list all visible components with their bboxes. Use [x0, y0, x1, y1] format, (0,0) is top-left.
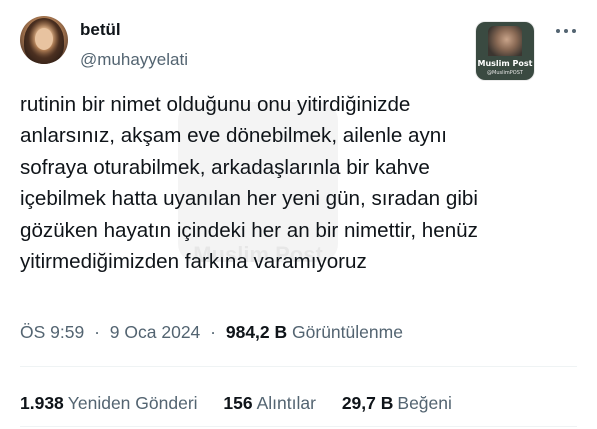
divider [20, 426, 577, 427]
retweets-count: 1.938 [20, 393, 64, 413]
retweets-stat[interactable]: 1.938 Yeniden Gönderi [20, 393, 198, 414]
user-handle[interactable]: @muhayyelati [80, 50, 188, 70]
tweet-line: gözüken hayatın içindeki her an bir nime… [20, 218, 478, 242]
logo-photo [488, 26, 522, 56]
likes-label: Beğeni [397, 393, 452, 413]
tweet-card: Muslim Post betül @muhayyelati Muslim Po… [0, 0, 597, 429]
views-label: Görüntülenme [292, 322, 403, 342]
tweet-line: anlarsınız, akşam eve dönebilmek, ailenl… [20, 124, 447, 148]
divider [20, 366, 577, 367]
engagement-stats: 1.938 Yeniden Gönderi 156 Alıntılar 29,7 B… [20, 393, 473, 414]
display-name[interactable]: betül [80, 20, 121, 40]
tweet-time[interactable]: ÖS 9:59 [20, 322, 84, 342]
meta-separator: · [94, 322, 100, 342]
more-options-icon[interactable] [556, 26, 578, 36]
tweet-line: sofraya oturabilmek, arkadaşlarınla bir … [20, 155, 430, 179]
tweet-text: rutinin bir nimet olduğunu onu yitirdiği… [20, 89, 580, 277]
tweet-line: yitirmediğimizden farkına varamıyoruz [20, 250, 367, 274]
logo-title: Muslim Post [477, 59, 533, 68]
meta-separator: · [210, 322, 216, 342]
logo-subtitle: @MuslimPOST [487, 70, 523, 76]
tweet-line: rutinin bir nimet olduğunu onu yitirdiği… [20, 93, 411, 116]
quotes-stat[interactable]: 156 Alıntılar [223, 393, 316, 414]
likes-count: 29,7 B [341, 393, 394, 413]
retweets-label: Yeniden Gönderi [67, 393, 198, 413]
avatar[interactable] [20, 16, 68, 64]
muslim-post-logo: Muslim Post @MuslimPOST [476, 22, 534, 80]
likes-stat[interactable]: 29,7 B Beğeni [342, 393, 452, 414]
quotes-label: Alıntılar [256, 393, 316, 413]
tweet-meta: ÖS 9:59 · 9 Oca 2024 · 984,2 B Görüntüle… [20, 322, 403, 343]
views-count: 984,2 B [225, 322, 288, 342]
quotes-count: 156 [223, 393, 253, 413]
tweet-line: içebilmek hatta uyanılan her yeni gün, s… [20, 187, 478, 211]
tweet-date[interactable]: 9 Oca 2024 [110, 322, 200, 342]
